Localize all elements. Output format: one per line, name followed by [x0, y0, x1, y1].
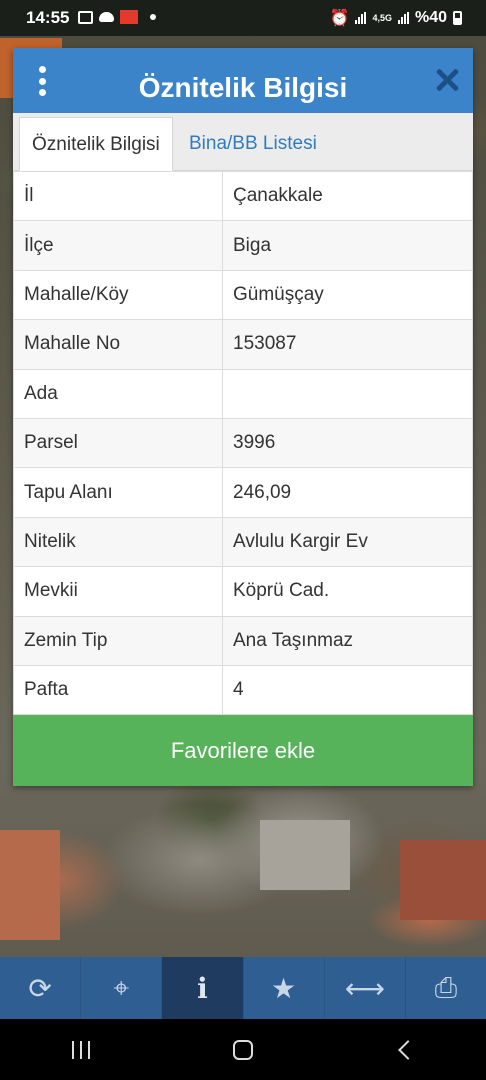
- table-row: Nitelik Avlulu Kargir Ev: [13, 516, 473, 568]
- signal-icon-2: [397, 12, 409, 24]
- refresh-icon[interactable]: ⟳: [0, 957, 82, 1019]
- table-row: Pafta 4: [13, 664, 473, 716]
- table-row: Tapu Alanı 246,09: [13, 467, 473, 518]
- map-building: [400, 840, 486, 920]
- locate-icon[interactable]: ⌖: [81, 957, 163, 1019]
- row-key: İl: [13, 170, 223, 222]
- row-value: 4: [222, 664, 473, 716]
- row-key: İlçe: [13, 220, 223, 271]
- table-row: İlçe Biga: [13, 220, 473, 271]
- row-value: Biga: [222, 220, 473, 271]
- battery-percent: %40: [414, 9, 447, 26]
- news-icon: [120, 10, 138, 24]
- row-key: Pafta: [13, 664, 223, 716]
- row-value: Ana Taşınmaz: [222, 615, 473, 666]
- row-key: Zemin Tip: [13, 615, 223, 666]
- signal-icon: [355, 12, 367, 24]
- home-button[interactable]: [213, 1030, 273, 1070]
- tab-building-list[interactable]: Bina/BB Listesi: [177, 117, 329, 171]
- row-value: Gümüşçay: [222, 269, 473, 321]
- network-type-label: 4,5G: [372, 12, 392, 23]
- row-value: Avlulu Kargir Ev: [222, 516, 473, 568]
- status-bar: 14:55 ⏰ 4,5G %40: [0, 0, 486, 36]
- cloud-icon: [99, 12, 114, 22]
- measure-icon[interactable]: ⟷: [325, 957, 406, 1019]
- tab-bar: Öznitelik Bilgisi Bina/BB Listesi: [13, 113, 473, 171]
- dialog-header: Öznitelik Bilgisi: [13, 48, 473, 113]
- alarm-icon: ⏰: [329, 10, 350, 27]
- gallery-icon: [78, 10, 93, 24]
- recent-apps-button[interactable]: [51, 1030, 111, 1070]
- info-icon[interactable]: i: [162, 957, 244, 1019]
- table-row: Mevkii Köprü Cad.: [13, 566, 473, 617]
- notification-icons: [78, 10, 156, 24]
- print-icon[interactable]: ⎙: [406, 957, 486, 1019]
- row-key: Ada: [13, 368, 223, 419]
- dialog-title: Öznitelik Bilgisi: [138, 72, 348, 103]
- attribute-dialog: Öznitelik Bilgisi Öznitelik Bilgisi Bina…: [13, 48, 473, 786]
- row-key: Nitelik: [13, 516, 223, 568]
- more-notifications-icon: [150, 14, 156, 20]
- row-value: [222, 368, 473, 419]
- row-key: Mahalle No: [13, 319, 223, 370]
- tab-attribute-info[interactable]: Öznitelik Bilgisi: [19, 117, 173, 171]
- system-nav-bar: [0, 1019, 486, 1080]
- row-value: 3996: [222, 417, 473, 469]
- star-icon[interactable]: ★: [244, 957, 325, 1019]
- back-button[interactable]: [375, 1030, 435, 1070]
- close-icon[interactable]: [435, 68, 459, 92]
- bottom-toolbar: ⟳ ⌖ i ★ ⟷ ⎙: [0, 957, 486, 1019]
- table-row: Ada: [13, 368, 473, 419]
- map-building: [0, 830, 60, 940]
- row-value: Köprü Cad.: [222, 566, 473, 617]
- row-key: Mahalle/Köy: [13, 269, 223, 321]
- row-value: Çanakkale: [222, 170, 473, 222]
- row-key: Parsel: [13, 417, 223, 469]
- attribute-table: İl Çanakkale İlçe Biga Mahalle/Köy Gümüşçay…: [13, 170, 473, 716]
- status-time: 14:55: [26, 8, 70, 27]
- row-value: 246,09: [222, 467, 473, 518]
- table-row: Zemin Tip Ana Taşınmaz: [13, 615, 473, 666]
- add-favorite-button[interactable]: Favorilere ekle: [13, 715, 473, 786]
- row-key: Mevkii: [13, 566, 223, 617]
- table-row: Mahalle No 153087: [13, 319, 473, 370]
- status-right: ⏰ 4,5G %40: [330, 8, 462, 28]
- map-building: [260, 820, 350, 890]
- table-row: Parsel 3996: [13, 417, 473, 469]
- battery-icon: [453, 11, 462, 25]
- table-row: Mahalle/Köy Gümüşçay: [13, 269, 473, 321]
- table-row: İl Çanakkale: [13, 170, 473, 222]
- row-key: Tapu Alanı: [13, 467, 223, 518]
- row-value: 153087: [222, 319, 473, 370]
